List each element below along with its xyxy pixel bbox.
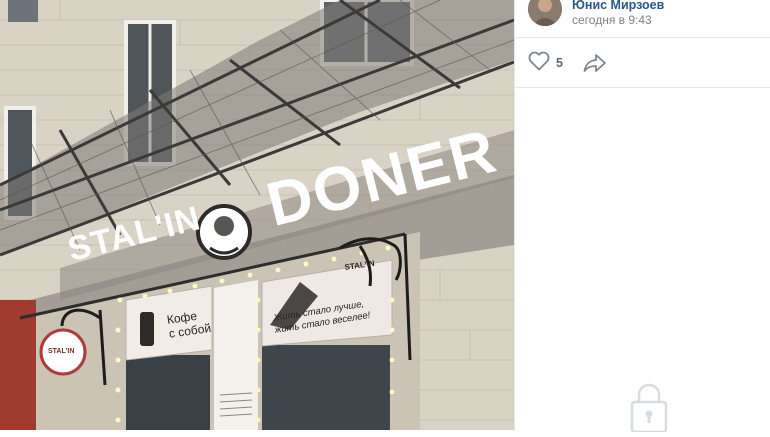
storefront-photo: [0, 0, 514, 430]
avatar[interactable]: [528, 0, 562, 26]
avatar-image: [528, 0, 562, 26]
post-photo[interactable]: STAL'IN DONER Кофе с собой STAL'IN Жить …: [0, 0, 514, 430]
like-count: 5: [556, 56, 563, 70]
author-name[interactable]: Юнис Мирзоев: [572, 0, 664, 12]
post-side-panel: Юнис Мирзоев сегодня в 9:43 5: [514, 0, 770, 434]
post-time[interactable]: сегодня в 9:43: [572, 13, 652, 27]
round-sign-text: STAL'IN: [48, 348, 75, 355]
share-arrow-icon: [583, 54, 607, 77]
like-button[interactable]: 5: [528, 51, 563, 76]
menu-left-text: Кофе с собой: [166, 308, 212, 341]
photo-viewer: STAL'IN DONER Кофе с собой STAL'IN Жить …: [0, 0, 770, 434]
author-row: Юнис Мирзоев сегодня в 9:43: [515, 0, 770, 38]
lock-icon: [628, 382, 670, 434]
post-actions: 5: [515, 38, 770, 88]
heart-icon: [528, 51, 550, 76]
share-button[interactable]: [583, 53, 607, 78]
